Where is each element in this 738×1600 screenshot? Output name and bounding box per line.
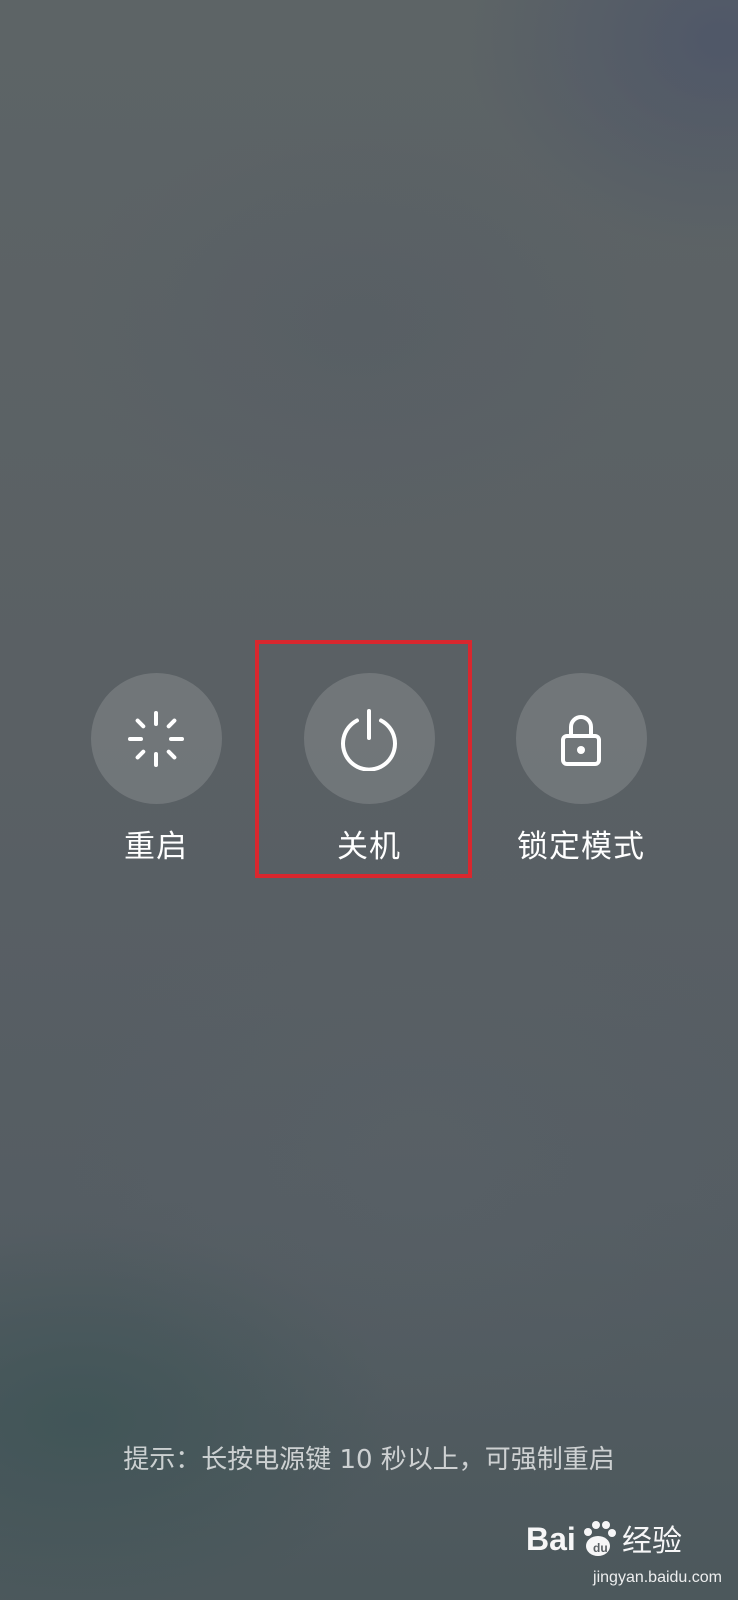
restart-button-circle[interactable] bbox=[90, 673, 222, 804]
power-menu: 重启 关机 锁定模式 提示：长按电源键 10 秒以上，可强制重启 Bai du … bbox=[0, 0, 738, 1600]
lockdown-mode-button[interactable]: 锁定模式 bbox=[481, 673, 681, 873]
lockdown-label: 锁定模式 bbox=[517, 829, 645, 865]
lock-icon bbox=[561, 714, 601, 766]
highlight-box bbox=[255, 640, 472, 878]
restart-button[interactable]: 重启 bbox=[56, 673, 256, 873]
svg-text:du: du bbox=[593, 1541, 608, 1555]
watermark: Bai du 经验 jingyan.baidu.com bbox=[526, 1500, 726, 1590]
restart-label: 重启 bbox=[124, 829, 188, 865]
restart-icon bbox=[128, 710, 184, 767]
watermark-url: jingyan.baidu.com bbox=[593, 1569, 722, 1586]
baidu-jingyan-logo: Bai du 经验 bbox=[526, 1521, 682, 1559]
lockdown-button-circle[interactable] bbox=[515, 673, 647, 804]
svg-text:Bai: Bai bbox=[526, 1521, 576, 1557]
force-restart-hint: 提示：长按电源键 10 秒以上，可强制重启 bbox=[123, 1445, 615, 1475]
svg-text:经验: 经验 bbox=[622, 1524, 682, 1559]
